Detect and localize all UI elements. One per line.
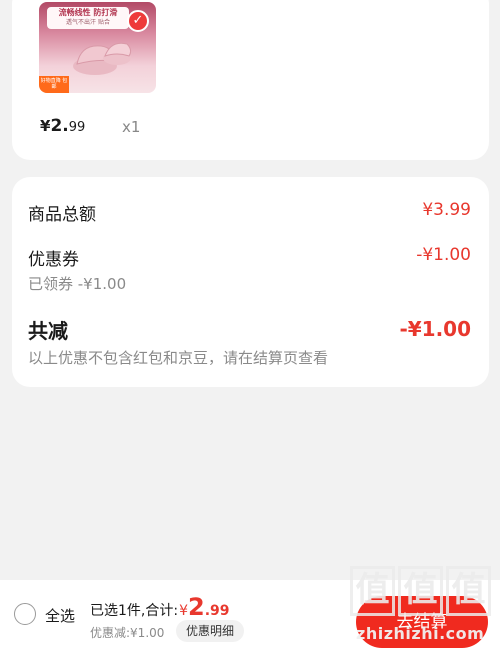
select-all-label[interactable]: 全选 — [45, 605, 75, 626]
total-reduce-label: 共减 — [28, 319, 68, 343]
price-integer: 2. — [50, 116, 69, 136]
selected-count-text: 已选1件,合计: — [90, 603, 179, 619]
total-line: 已选1件,合计: ¥ 2 .99 — [90, 593, 230, 621]
total-decimal: .99 — [204, 603, 230, 619]
coupon-value[interactable]: -¥1.00 — [416, 245, 471, 265]
total-symbol: ¥ — [179, 603, 188, 619]
discount-detail-button[interactable]: 优惠明细 — [176, 620, 245, 642]
watermark-logo: 值 值 值 — [350, 566, 495, 616]
discount-summary: 优惠减:¥1.00 — [90, 626, 165, 640]
discount-note: 以上优惠不包含红包和京豆，请在结算页查看 — [28, 349, 329, 367]
check-icon: ✓ — [127, 10, 149, 32]
thumbnail-banner-title: 流畅线性 防打滑 — [58, 8, 118, 17]
goods-total-label: 商品总额 — [28, 205, 96, 225]
product-card: 流畅线性 防打滑 透气不出汗 贴合 ✓ 好物直降 包邮 ¥ 2. 99 x1 — [12, 0, 489, 160]
coupon-label: 优惠券 — [28, 250, 79, 270]
slipper-image — [73, 42, 132, 75]
goods-total-value: ¥3.99 — [422, 200, 471, 220]
watermark-char: 值 — [446, 566, 491, 616]
price-decimal: 99 — [68, 120, 86, 135]
product-quantity: x1 — [122, 118, 141, 136]
watermark-char: 值 — [398, 566, 443, 616]
price-summary-card: 商品总额 ¥3.99 优惠券 -¥1.00 已领券 -¥1.00 共减 -¥1.… — [12, 177, 489, 387]
watermark-char: 值 — [350, 566, 395, 616]
product-thumbnail[interactable]: 流畅线性 防打滑 透气不出汗 贴合 ✓ 好物直降 包邮 — [39, 2, 156, 93]
product-price: ¥ 2. 99 — [40, 116, 85, 136]
promo-tag: 好物直降 包邮 — [39, 76, 69, 93]
select-all-radio[interactable] — [14, 603, 36, 625]
thumbnail-banner: 流畅线性 防打滑 透气不出汗 贴合 — [47, 7, 129, 29]
thumbnail-banner-sub: 透气不出汗 贴合 — [66, 19, 110, 26]
watermark-site: zhizhizhi.com — [356, 624, 485, 643]
coupon-detail: 已领券 -¥1.00 — [28, 275, 127, 293]
total-integer: 2 — [188, 593, 205, 621]
total-reduce-value: -¥1.00 — [399, 317, 471, 341]
price-symbol: ¥ — [40, 117, 51, 135]
